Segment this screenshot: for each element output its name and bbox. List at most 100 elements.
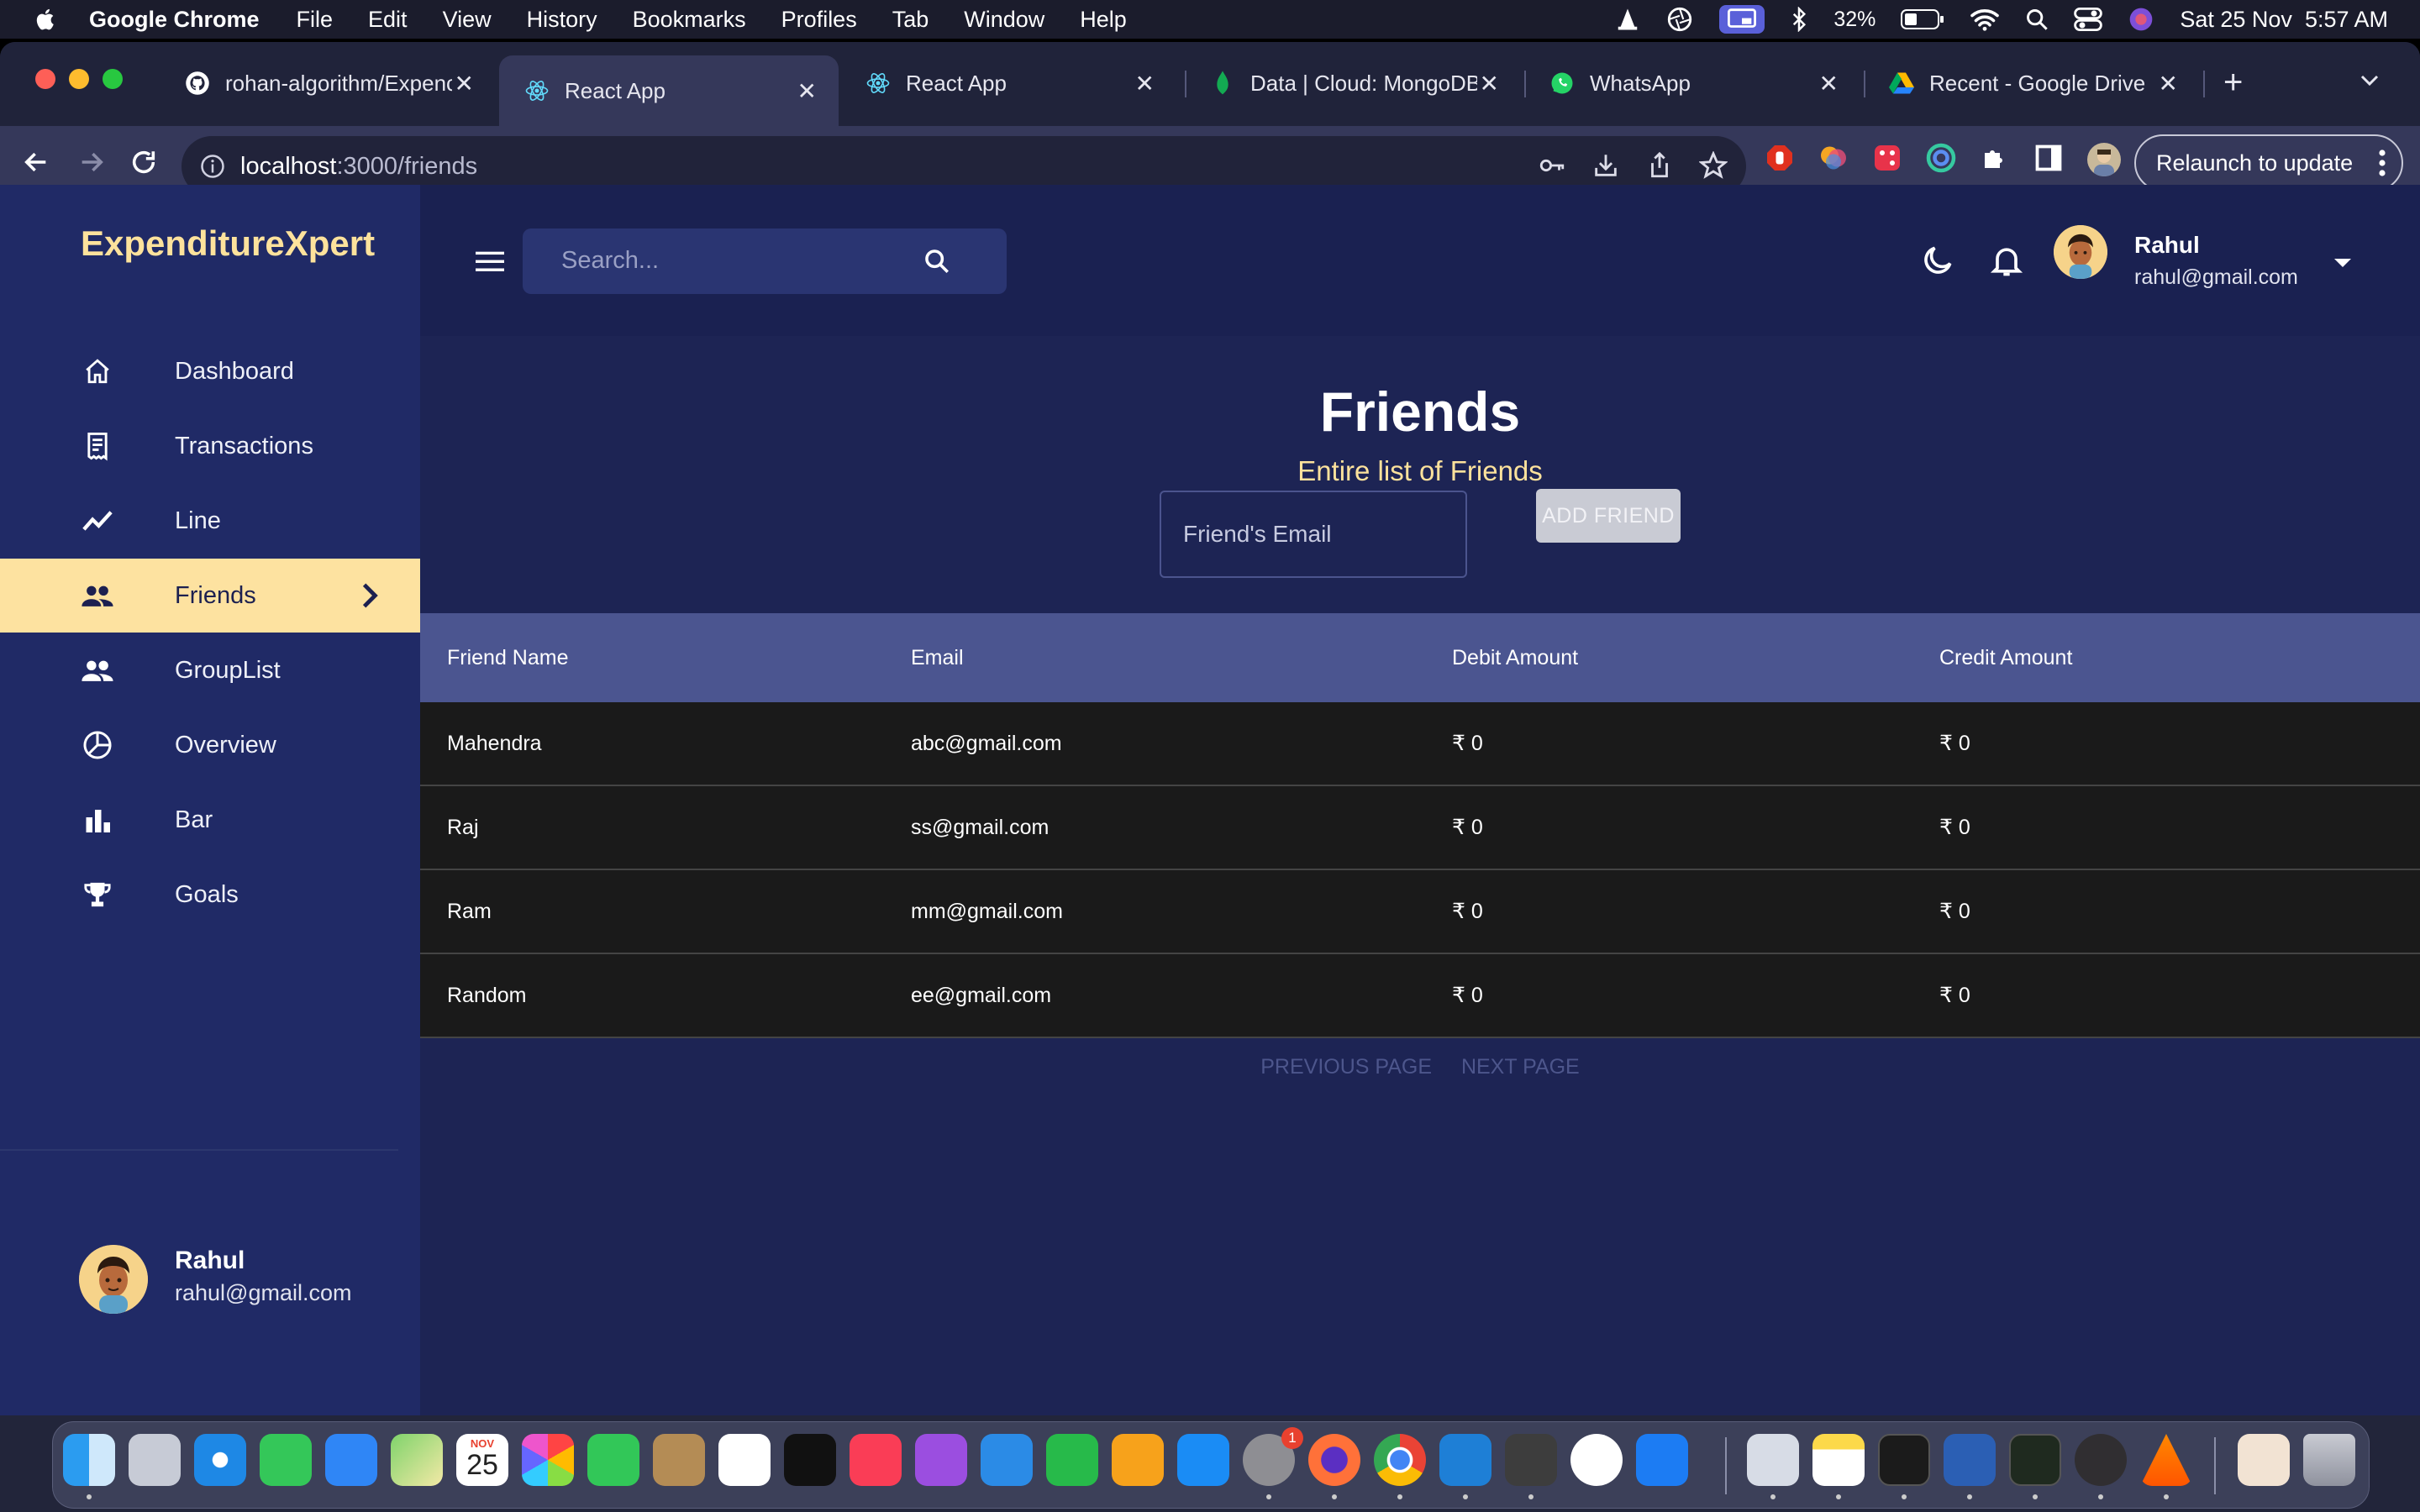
close-window-button[interactable]: [35, 69, 55, 89]
caret-down-icon[interactable]: [2333, 257, 2353, 269]
table-row[interactable]: Mahendra abc@gmail.com ₹ 0 ₹ 0: [420, 702, 2420, 786]
forward-icon[interactable]: [77, 148, 106, 176]
menu-history[interactable]: History: [527, 7, 597, 33]
users-folder-icon[interactable]: [2238, 1434, 2290, 1486]
brand-logo[interactable]: ExpenditureXpert: [81, 223, 375, 264]
battery-icon[interactable]: [1901, 8, 1944, 30]
add-friend-button[interactable]: ADD FRIEND: [1536, 489, 1681, 543]
minimize-window-button[interactable]: [69, 69, 89, 89]
menu-hamburger-icon[interactable]: [476, 250, 504, 272]
target-extension-icon[interactable]: [1926, 143, 1956, 173]
extensions-puzzle-icon[interactable]: [1980, 143, 2010, 173]
install-app-icon[interactable]: [1591, 151, 1620, 180]
sidebar-item-grouplist[interactable]: GroupList: [0, 633, 420, 707]
siri-icon[interactable]: [2128, 6, 2154, 33]
photos-icon[interactable]: [522, 1434, 574, 1486]
site-info-icon[interactable]: [200, 154, 225, 179]
sidebar-item-line[interactable]: Line: [0, 484, 420, 558]
mail-icon[interactable]: [325, 1434, 377, 1486]
avatar[interactable]: [2054, 225, 2107, 279]
close-tab-icon[interactable]: ✕: [797, 77, 817, 105]
sidebar-item-friends[interactable]: Friends: [0, 559, 420, 633]
word-icon[interactable]: [1944, 1434, 1996, 1486]
table-row[interactable]: Ram mm@gmail.com ₹ 0 ₹ 0: [420, 870, 2420, 954]
url-text[interactable]: localhost:3000/friends: [240, 153, 477, 181]
menu-help[interactable]: Help: [1080, 7, 1127, 33]
search-icon[interactable]: [923, 247, 951, 276]
avatar[interactable]: [79, 1245, 148, 1314]
sublime-text-icon[interactable]: [1505, 1434, 1557, 1486]
facetime-icon[interactable]: [587, 1434, 639, 1486]
maximize-window-button[interactable]: [103, 69, 123, 89]
close-tab-icon[interactable]: ✕: [1480, 70, 1499, 97]
table-row[interactable]: Random ee@gmail.com ₹ 0 ₹ 0: [420, 954, 2420, 1038]
vlc-status-icon[interactable]: [1615, 7, 1640, 32]
menu-app-name[interactable]: Google Chrome: [89, 7, 260, 33]
menu-bookmarks[interactable]: Bookmarks: [633, 7, 746, 33]
aperture-status-icon[interactable]: [1665, 5, 1694, 34]
color-extension-icon[interactable]: [1818, 143, 1849, 173]
notifications-bell-icon[interactable]: [1988, 242, 2025, 279]
column-header-friend-name[interactable]: Friend Name: [447, 646, 569, 670]
pages-icon[interactable]: [1112, 1434, 1164, 1486]
close-tab-icon[interactable]: ✕: [1819, 70, 1839, 97]
vlc-icon[interactable]: [2140, 1434, 2192, 1486]
next-page-button[interactable]: NEXT PAGE: [1461, 1055, 1580, 1079]
reminders-icon[interactable]: [718, 1434, 771, 1486]
sidebar-item-overview[interactable]: Overview: [0, 708, 420, 782]
share-icon[interactable]: [1645, 151, 1674, 180]
launchpad-icon[interactable]: [129, 1434, 181, 1486]
menu-tab[interactable]: Tab: [892, 7, 929, 33]
apple-tv-icon[interactable]: [784, 1434, 836, 1486]
menu-file[interactable]: File: [297, 7, 334, 33]
column-header-debit[interactable]: Debit Amount: [1452, 646, 1578, 670]
chevron-down-icon[interactable]: [2360, 74, 2380, 87]
bluetooth-icon[interactable]: [1790, 7, 1808, 32]
menubar-clock[interactable]: Sat 25 Nov 5:57 AM: [2180, 7, 2388, 33]
safari-icon[interactable]: [194, 1434, 246, 1486]
menu-edit[interactable]: Edit: [368, 7, 408, 33]
adblock-extension-icon[interactable]: [1765, 143, 1795, 173]
spotlight-search-icon[interactable]: [2025, 8, 2049, 31]
control-center-icon[interactable]: [2074, 8, 2103, 31]
column-header-email[interactable]: Email: [911, 646, 964, 670]
reload-icon[interactable]: [129, 148, 158, 176]
sidebar-item-dashboard[interactable]: Dashboard: [0, 334, 420, 408]
tab-react-app-active[interactable]: React App ✕: [499, 55, 839, 126]
profile-avatar-icon[interactable]: [2087, 143, 2121, 176]
bookmark-star-icon[interactable]: [1699, 151, 1728, 180]
sidebar-item-transactions[interactable]: Transactions: [0, 409, 420, 483]
friend-email-field[interactable]: [1160, 491, 1467, 578]
tab-react-app[interactable]: React App ✕: [840, 55, 1176, 111]
apple-logo-icon[interactable]: [34, 7, 59, 32]
puzzle-red-extension-icon[interactable]: [1872, 143, 1902, 173]
chrome-icon[interactable]: [1374, 1434, 1426, 1486]
trash-icon[interactable]: [2303, 1434, 2355, 1486]
finder-icon[interactable]: [63, 1434, 115, 1486]
numbers-icon[interactable]: [1046, 1434, 1098, 1486]
tab-github[interactable]: rohan-algorithm/Expenc ✕: [160, 55, 496, 111]
preview-icon[interactable]: [1747, 1434, 1799, 1486]
tab-google-drive[interactable]: Recent - Google Drive ✕: [1864, 55, 2200, 111]
column-header-credit[interactable]: Credit Amount: [1939, 646, 2072, 670]
close-tab-icon[interactable]: ✕: [1135, 70, 1155, 97]
close-tab-icon[interactable]: ✕: [2159, 70, 2178, 97]
topbar-user-name[interactable]: Rahul: [2134, 232, 2200, 259]
vscode-icon[interactable]: [1439, 1434, 1491, 1486]
terminal-icon[interactable]: [1878, 1434, 1930, 1486]
screen-mirroring-icon[interactable]: [1719, 5, 1765, 34]
music-icon[interactable]: [850, 1434, 902, 1486]
menu-window[interactable]: Window: [964, 7, 1044, 33]
activity-monitor-icon[interactable]: [2009, 1434, 2061, 1486]
side-panel-icon[interactable]: [2033, 143, 2064, 173]
dark-mode-moon-icon[interactable]: [1919, 242, 1956, 279]
tab-whatsapp[interactable]: WhatsApp ✕: [1524, 55, 1860, 111]
firefox-icon[interactable]: [1308, 1434, 1360, 1486]
password-key-icon[interactable]: [1538, 151, 1566, 180]
more-menu-icon[interactable]: [2378, 148, 2386, 178]
keynote-icon[interactable]: [981, 1434, 1033, 1486]
calendar-icon[interactable]: NOV 25: [456, 1434, 508, 1486]
maps-icon[interactable]: [391, 1434, 443, 1486]
sidebar-item-bar[interactable]: Bar: [0, 783, 420, 857]
sidebar-item-goals[interactable]: Goals: [0, 858, 420, 932]
